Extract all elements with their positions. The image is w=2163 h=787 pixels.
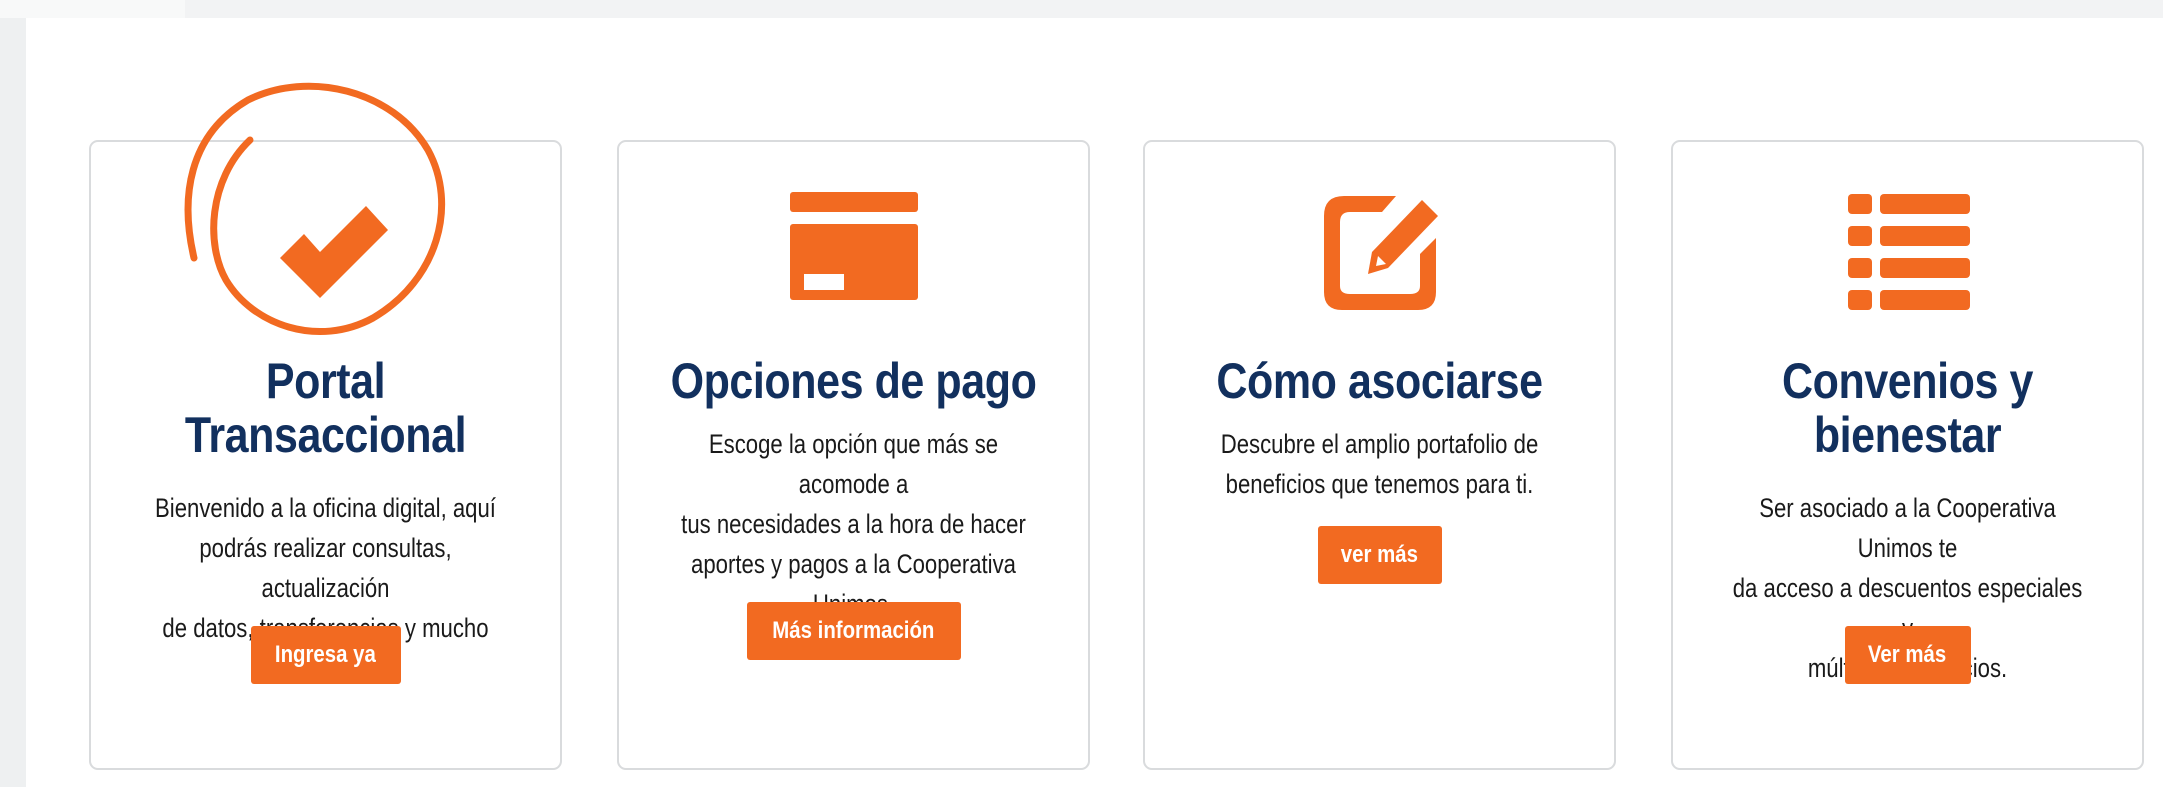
services-panel: Portal Transaccional Bienvenido a la ofi… [26, 18, 2163, 787]
card-convenios-y-bienestar: Convenios y bienestar Ser asociado a la … [1671, 140, 2144, 770]
list-icon [1847, 194, 1970, 310]
card-portal-transaccional: Portal Transaccional Bienvenido a la ofi… [89, 140, 562, 770]
mas-informacion-button[interactable]: Más información [746, 602, 961, 660]
credit-card-icon [789, 192, 918, 300]
card-description: Escoge la opción que más se acomode a tu… [681, 429, 1026, 619]
ver-mas-convenios-button[interactable]: Ver más [1844, 626, 1971, 684]
card-como-asociarse: Cómo asociarse Descubre el amplio portaf… [1143, 140, 1616, 770]
card-title: Opciones de pago [670, 353, 1037, 409]
edit-icon [1323, 196, 1438, 310]
card-opciones-de-pago: Opciones de pago Escoge la opción que má… [617, 140, 1090, 770]
ingresa-ya-button[interactable]: Ingresa ya [250, 626, 401, 684]
card-title: Cómo asociarse [1216, 353, 1543, 409]
ver-mas-button[interactable]: ver más [1317, 526, 1442, 584]
page: Portal Transaccional Bienvenido a la ofi… [0, 0, 2163, 787]
top-bar [0, 0, 2163, 18]
card-title: Portal Transaccional [184, 353, 467, 463]
card-title: Convenios y bienestar [1782, 353, 2033, 463]
top-tab [0, 0, 185, 18]
card-description: Descubre el amplio portafolio de benefic… [1220, 429, 1539, 499]
checkmark-icon [279, 206, 388, 298]
